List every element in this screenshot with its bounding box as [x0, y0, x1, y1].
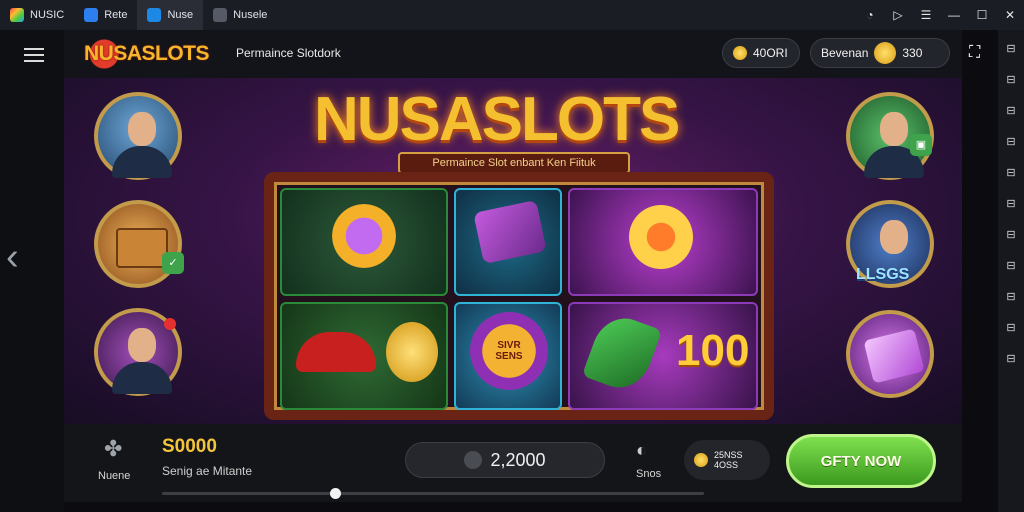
play-icon[interactable]: ▷: [884, 0, 912, 30]
window-titlebar: NUSIC Rete Nuse Nusele ◔ ▷ ☰ — ☐ ✕: [0, 0, 1024, 30]
toolbar-icon[interactable]: ⊟: [1006, 352, 1015, 365]
balance-pill[interactable]: Bevenan 330: [810, 38, 950, 68]
balance-pill-label: Bevenan: [821, 46, 869, 60]
reel-frame: SIVR SENS: [264, 172, 774, 420]
tab-nusic[interactable]: NUSIC: [0, 0, 74, 30]
balance-subtext: Senig ae Mitante: [162, 464, 253, 478]
avatar-face: [128, 112, 156, 146]
chip-line-2: 4OSS: [714, 460, 739, 470]
app-icon: [10, 8, 24, 22]
avatar-face: [128, 328, 156, 362]
golden-mask-symbol: [628, 204, 694, 270]
treasure-chest-button[interactable]: [94, 200, 182, 288]
slot-game-area: NUSASLOTS Permaince Slot enbant Ken Fiit…: [64, 78, 962, 424]
toolbar-icon[interactable]: ⊟: [1006, 73, 1015, 86]
bottom-control-bar: ✤ Nuene S0000 Senig ae Mitante 2,2000 ◐ …: [64, 424, 962, 502]
sound-icon[interactable]: ◐: [636, 440, 647, 461]
app-icon: [213, 8, 228, 22]
back-arrow-icon[interactable]: ‹: [6, 238, 19, 276]
app-logo: NUSASLOTS: [76, 38, 218, 70]
sound-label: Snos: [636, 468, 662, 480]
spin-button-label: GFTY NOW: [820, 452, 902, 470]
menu-label: Nuene: [98, 470, 131, 482]
tab-rete[interactable]: Rete: [74, 0, 137, 30]
toolbar-icon[interactable]: ⊟: [1006, 135, 1015, 148]
dealer-badge: ▣: [910, 134, 932, 156]
toolbar-icon[interactable]: ⊟: [1006, 166, 1015, 179]
game-title: NUSASLOTS: [314, 85, 680, 154]
chip-text: 25NSS 4OSS: [714, 450, 743, 470]
tab-label: NUSIC: [30, 9, 65, 21]
bet-amount-field[interactable]: 2,2000: [405, 442, 605, 478]
spin-now-button[interactable]: GFTY NOW: [786, 434, 936, 488]
coin-face-icon: [874, 42, 897, 64]
balance-amount: S0000: [162, 436, 217, 457]
toolbar-icon[interactable]: ⊟: [1006, 104, 1015, 117]
close-icon[interactable]: ✕: [996, 0, 1024, 30]
puzzle-menu-icon[interactable]: ✤: [104, 436, 122, 462]
flower-gem-symbol: [332, 204, 396, 268]
app-header: NUSASLOTS Permaince Slotdork 40ORI Beven…: [64, 30, 980, 78]
toolbar-icon[interactable]: ⊟: [1006, 259, 1015, 272]
gift-box-icon: [863, 328, 925, 384]
tab-nuse[interactable]: Nuse: [137, 0, 204, 30]
slider-thumb[interactable]: [330, 488, 342, 499]
avatar-face: [880, 220, 908, 254]
toolbar-icon[interactable]: ⊟: [1006, 42, 1015, 55]
gold-coin-symbol: [386, 322, 438, 382]
avatar-face: [880, 112, 908, 146]
chip-line-1: 25NSS: [714, 450, 743, 460]
toolbar-icon[interactable]: ⊟: [1006, 321, 1015, 334]
tab-nusele[interactable]: Nusele: [203, 0, 277, 30]
share-icon[interactable]: ⛶: [969, 44, 980, 62]
gift-box-button[interactable]: [846, 310, 934, 398]
bonus-chip-text: SIVR SENS: [495, 340, 523, 362]
lucky-label: LLSGS: [856, 266, 910, 283]
coins-pill[interactable]: 40ORI: [722, 38, 800, 68]
player-avatar[interactable]: [94, 92, 182, 180]
notification-dot-icon: [164, 318, 176, 330]
minimize-icon[interactable]: —: [940, 0, 968, 30]
maximize-icon[interactable]: ☐: [968, 0, 996, 30]
bet-toggle-icon: [464, 451, 483, 469]
help-icon[interactable]: ◔: [856, 0, 884, 30]
toolbar-icon[interactable]: ⊟: [1006, 228, 1015, 241]
coins-value: 40ORI: [753, 46, 788, 60]
app-icon: [147, 8, 162, 22]
right-toolbar: ⊟ ⊟ ⊟ ⊟ ⊟ ⊟ ⊟ ⊟ ⊟ ⊟ ⊟: [998, 30, 1024, 512]
window-controls: ◔ ▷ ☰ — ☐ ✕: [856, 0, 1024, 30]
multiplier-100-text: 100: [676, 326, 750, 375]
game-banner: Permaince Slot enbant Ken Fiituk: [398, 152, 630, 174]
toolbar-icon[interactable]: ⊟: [1006, 290, 1015, 303]
app-icon: [84, 8, 99, 22]
chip-balance-pill[interactable]: 25NSS 4OSS: [684, 440, 770, 480]
avatar-suit: [112, 146, 172, 178]
tab-label: Nusele: [233, 9, 268, 21]
chest-icon: [116, 228, 168, 268]
tab-label: Rete: [104, 9, 128, 21]
header-subtitle: Permaince Slotdork: [236, 46, 341, 60]
chest-badge: ✓: [162, 252, 184, 274]
bet-amount-value: 2,2000: [490, 449, 546, 470]
coin-icon: [733, 46, 747, 60]
toolbar-icon[interactable]: ⊟: [1006, 197, 1015, 210]
hamburger-menu-icon[interactable]: [24, 48, 44, 62]
avatar-suit: [112, 362, 172, 394]
tab-label: Nuse: [167, 9, 194, 21]
coin-icon: [694, 453, 708, 467]
menu-icon[interactable]: ☰: [912, 0, 940, 30]
progress-slider[interactable]: [162, 488, 704, 499]
balance-pill-value: 330: [902, 46, 923, 60]
